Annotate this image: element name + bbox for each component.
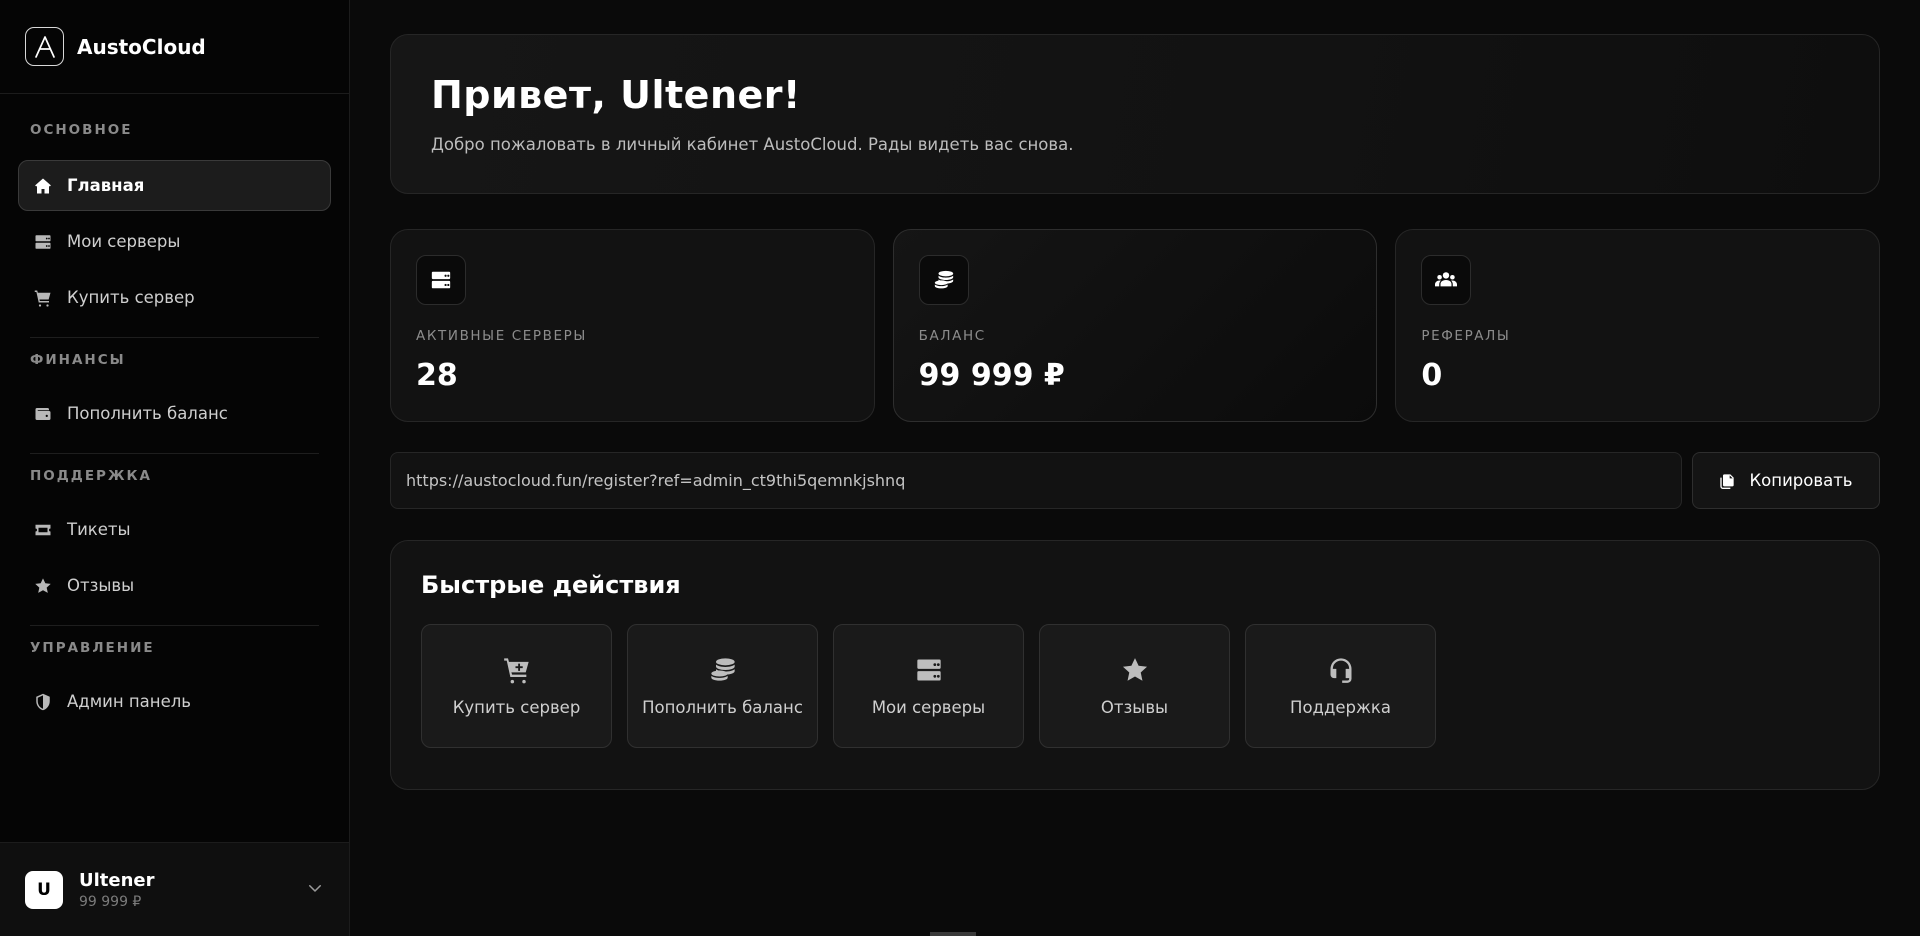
quick-action-buy-server[interactable]: Купить сервер — [421, 624, 612, 748]
star-icon — [34, 577, 52, 595]
sidebar-item-label: Пополнить баланс — [67, 404, 228, 423]
sidebar-divider — [30, 337, 319, 338]
stat-value: 0 — [1421, 358, 1443, 393]
sidebar-item-buy-server[interactable]: Купить сервер — [18, 272, 331, 323]
stats-row: АКТИВНЫЕ СЕРВЕРЫ 28 БАЛАНС 99 999 ₽ РЕФЕ… — [390, 229, 1881, 422]
referral-link-input[interactable] — [390, 452, 1682, 509]
user-name: Ultener — [79, 869, 155, 891]
chevron-down-icon[interactable] — [306, 879, 324, 897]
sidebar-item-label: Админ панель — [67, 692, 192, 711]
sidebar: AustoCloud ОСНОВНОЕ Главная Мои серверы … — [0, 0, 350, 936]
quick-actions-title: Быстрые действия — [421, 571, 681, 599]
stat-card-referrals: РЕФЕРАЛЫ 0 — [1395, 229, 1881, 422]
copy-icon — [1719, 473, 1735, 489]
coins-icon — [709, 656, 737, 684]
page-title: Привет, Ultener! — [431, 73, 801, 117]
cart-plus-icon — [503, 656, 531, 684]
quick-actions-grid: Купить сервер Пополнить баланс Мои серве… — [421, 624, 1849, 748]
sidebar-item-reviews[interactable]: Отзывы — [18, 560, 331, 611]
sidebar-divider — [30, 625, 319, 626]
copy-button[interactable]: Копировать — [1692, 452, 1880, 509]
sidebar-nav: ОСНОВНОЕ Главная Мои серверы Купить серв… — [0, 94, 349, 842]
copy-button-label: Копировать — [1749, 471, 1853, 490]
stat-label: АКТИВНЫЕ СЕРВЕРЫ — [416, 328, 587, 344]
stat-label: БАЛАНС — [918, 328, 986, 344]
referral-link-row: Копировать — [390, 452, 1880, 509]
cart-icon — [34, 289, 52, 307]
wallet-icon — [34, 405, 52, 423]
stat-card-balance: БАЛАНС 99 999 ₽ — [892, 229, 1378, 422]
star-icon — [1121, 656, 1149, 684]
main-content: Привет, Ultener! Добро пожаловать в личн… — [350, 0, 1920, 936]
stat-label: РЕФЕРАЛЫ — [1421, 328, 1511, 344]
section-title-main: ОСНОВНОЕ — [30, 122, 133, 138]
quick-action-label: Поддержка — [1290, 697, 1391, 717]
sidebar-item-top-up[interactable]: Пополнить баланс — [18, 388, 331, 439]
avatar: U — [25, 870, 63, 909]
brand[interactable]: AustoCloud — [0, 0, 349, 94]
quick-action-my-servers[interactable]: Мои серверы — [833, 624, 1024, 748]
coins-icon — [918, 255, 969, 305]
quick-action-label: Пополнить баланс — [642, 697, 803, 717]
sidebar-item-admin-panel[interactable]: Админ панель — [18, 676, 331, 727]
welcome-banner: Привет, Ultener! Добро пожаловать в личн… — [390, 34, 1880, 194]
sidebar-divider — [30, 453, 319, 454]
sidebar-item-label: Главная — [67, 176, 145, 195]
sidebar-item-tickets[interactable]: Тикеты — [18, 504, 331, 555]
user-menu[interactable]: U Ultener 99 999 ₽ — [0, 842, 349, 936]
section-title-support: ПОДДЕРЖКА — [30, 468, 152, 484]
app-shell: AustoCloud ОСНОВНОЕ Главная Мои серверы … — [0, 0, 1920, 936]
quick-action-top-up[interactable]: Пополнить баланс — [627, 624, 818, 748]
headset-icon — [1327, 656, 1355, 684]
sidebar-item-my-servers[interactable]: Мои серверы — [18, 216, 331, 267]
shield-icon — [34, 693, 52, 711]
sidebar-item-label: Тикеты — [67, 520, 131, 539]
brand-logo-icon — [25, 27, 64, 66]
home-icon — [34, 177, 52, 195]
brand-name: AustoCloud — [77, 34, 206, 59]
sidebar-item-home[interactable]: Главная — [18, 160, 331, 211]
user-balance: 99 999 ₽ — [79, 893, 142, 910]
sidebar-item-label: Мои серверы — [67, 232, 181, 251]
sidebar-item-label: Отзывы — [67, 576, 135, 595]
sidebar-item-label: Купить сервер — [67, 288, 195, 307]
quick-action-support[interactable]: Поддержка — [1245, 624, 1436, 748]
quick-action-label: Мои серверы — [871, 697, 986, 717]
quick-action-label: Отзывы — [1100, 697, 1169, 717]
quick-action-label: Купить сервер — [452, 697, 581, 717]
section-title-finance: ФИНАНСЫ — [30, 352, 126, 368]
quick-action-reviews[interactable]: Отзывы — [1039, 624, 1230, 748]
welcome-subtitle: Добро пожаловать в личный кабинет AustoC… — [431, 135, 1074, 154]
stat-value: 99 999 ₽ — [918, 358, 1065, 393]
users-icon — [1421, 255, 1472, 305]
stat-value: 28 — [416, 358, 458, 393]
stat-card-active-servers: АКТИВНЫЕ СЕРВЕРЫ 28 — [390, 229, 875, 422]
user-info: Ultener 99 999 ₽ — [79, 870, 155, 910]
section-title-management: УПРАВЛЕНИЕ — [30, 640, 155, 656]
server-icon — [416, 255, 466, 305]
scroll-indicator — [930, 932, 976, 936]
server-icon — [915, 656, 943, 684]
server-icon — [34, 233, 52, 251]
ticket-icon — [34, 521, 52, 539]
quick-actions-panel: Быстрые действия Купить сервер Пополнить… — [390, 540, 1880, 790]
